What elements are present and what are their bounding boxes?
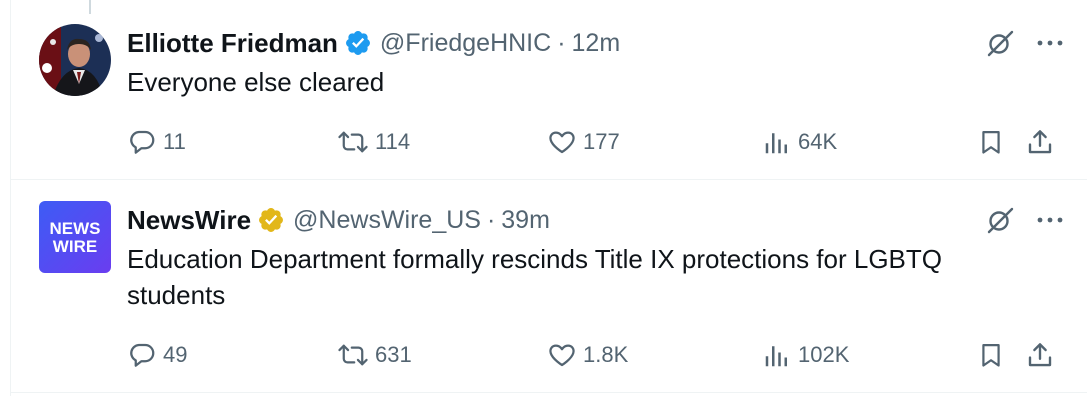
timeline: Elliotte Friedman @FriedgeHNIC · 12m Eve… bbox=[10, 0, 1087, 396]
share-icon bbox=[1025, 340, 1055, 370]
reply-icon bbox=[127, 127, 157, 157]
like-button[interactable]: 177 bbox=[547, 122, 620, 162]
share-button[interactable] bbox=[1025, 335, 1055, 375]
reply-count: 49 bbox=[163, 342, 188, 367]
author-name[interactable]: NewsWire bbox=[127, 205, 251, 236]
avatar-logo-line1: NEWS bbox=[50, 219, 101, 238]
tweet[interactable]: Elliotte Friedman @FriedgeHNIC · 12m Eve… bbox=[11, 0, 1087, 180]
author-handle[interactable]: @NewsWire_US bbox=[293, 206, 481, 235]
verified-badge-icon bbox=[344, 29, 372, 57]
tweet-actions: 11 114 177 64K bbox=[127, 122, 1067, 162]
avatar-logo-line2: WIRE bbox=[53, 237, 97, 256]
repost-button[interactable]: 631 bbox=[337, 335, 412, 375]
tweet-header: NewsWire @NewsWire_US · 39m bbox=[127, 203, 550, 237]
views-button[interactable]: 102K bbox=[762, 335, 849, 375]
grok-icon[interactable] bbox=[985, 205, 1015, 235]
views-button[interactable]: 64K bbox=[762, 122, 837, 162]
views-icon bbox=[762, 127, 792, 157]
timestamp[interactable]: 39m bbox=[501, 206, 550, 235]
bookmark-icon bbox=[977, 127, 1005, 157]
view-count: 102K bbox=[798, 342, 850, 367]
like-button[interactable]: 1.8K bbox=[547, 335, 628, 375]
reply-button[interactable]: 11 bbox=[127, 122, 186, 162]
share-button[interactable] bbox=[1025, 122, 1055, 162]
tweet-tools bbox=[985, 28, 1063, 58]
separator-dot: · bbox=[486, 205, 496, 234]
tweet-text: Everyone else cleared bbox=[127, 67, 385, 97]
verified-org-badge-icon bbox=[257, 206, 285, 234]
bookmark-button[interactable] bbox=[977, 335, 1005, 375]
repost-icon bbox=[337, 340, 369, 370]
repost-count: 114 bbox=[375, 129, 411, 154]
bookmark-icon bbox=[977, 340, 1005, 370]
avatar[interactable]: NEWS WIRE bbox=[39, 201, 111, 273]
repost-icon bbox=[337, 127, 369, 157]
heart-icon bbox=[547, 127, 577, 157]
grok-icon[interactable] bbox=[985, 28, 1015, 58]
bookmark-button[interactable] bbox=[977, 122, 1005, 162]
view-count: 64K bbox=[798, 129, 838, 154]
reply-icon bbox=[127, 340, 157, 370]
repost-button[interactable]: 114 bbox=[337, 122, 410, 162]
timestamp[interactable]: 12m bbox=[572, 29, 621, 58]
tweet-header: Elliotte Friedman @FriedgeHNIC · 12m bbox=[127, 26, 620, 60]
avatar[interactable] bbox=[39, 24, 111, 96]
like-count: 177 bbox=[583, 129, 620, 154]
author-handle[interactable]: @FriedgeHNIC bbox=[380, 29, 551, 58]
author-name[interactable]: Elliotte Friedman bbox=[127, 28, 338, 59]
reply-count: 11 bbox=[163, 129, 186, 154]
reply-button[interactable]: 49 bbox=[127, 335, 187, 375]
tweet-actions: 49 631 1.8K 102K bbox=[127, 335, 1067, 375]
share-icon bbox=[1025, 127, 1055, 157]
tweet[interactable]: NEWS WIRE NewsWire @NewsWire_US · 39m Ed… bbox=[11, 181, 1087, 393]
heart-icon bbox=[547, 340, 577, 370]
repost-count: 631 bbox=[375, 342, 412, 367]
like-count: 1.8K bbox=[583, 342, 629, 367]
tweet-text: Education Department formally rescinds T… bbox=[127, 244, 943, 310]
views-icon bbox=[762, 340, 792, 370]
more-options-icon[interactable] bbox=[1037, 216, 1063, 224]
tweet-tools bbox=[985, 205, 1063, 235]
separator-dot: · bbox=[557, 28, 566, 57]
more-options-icon[interactable] bbox=[1037, 39, 1063, 47]
